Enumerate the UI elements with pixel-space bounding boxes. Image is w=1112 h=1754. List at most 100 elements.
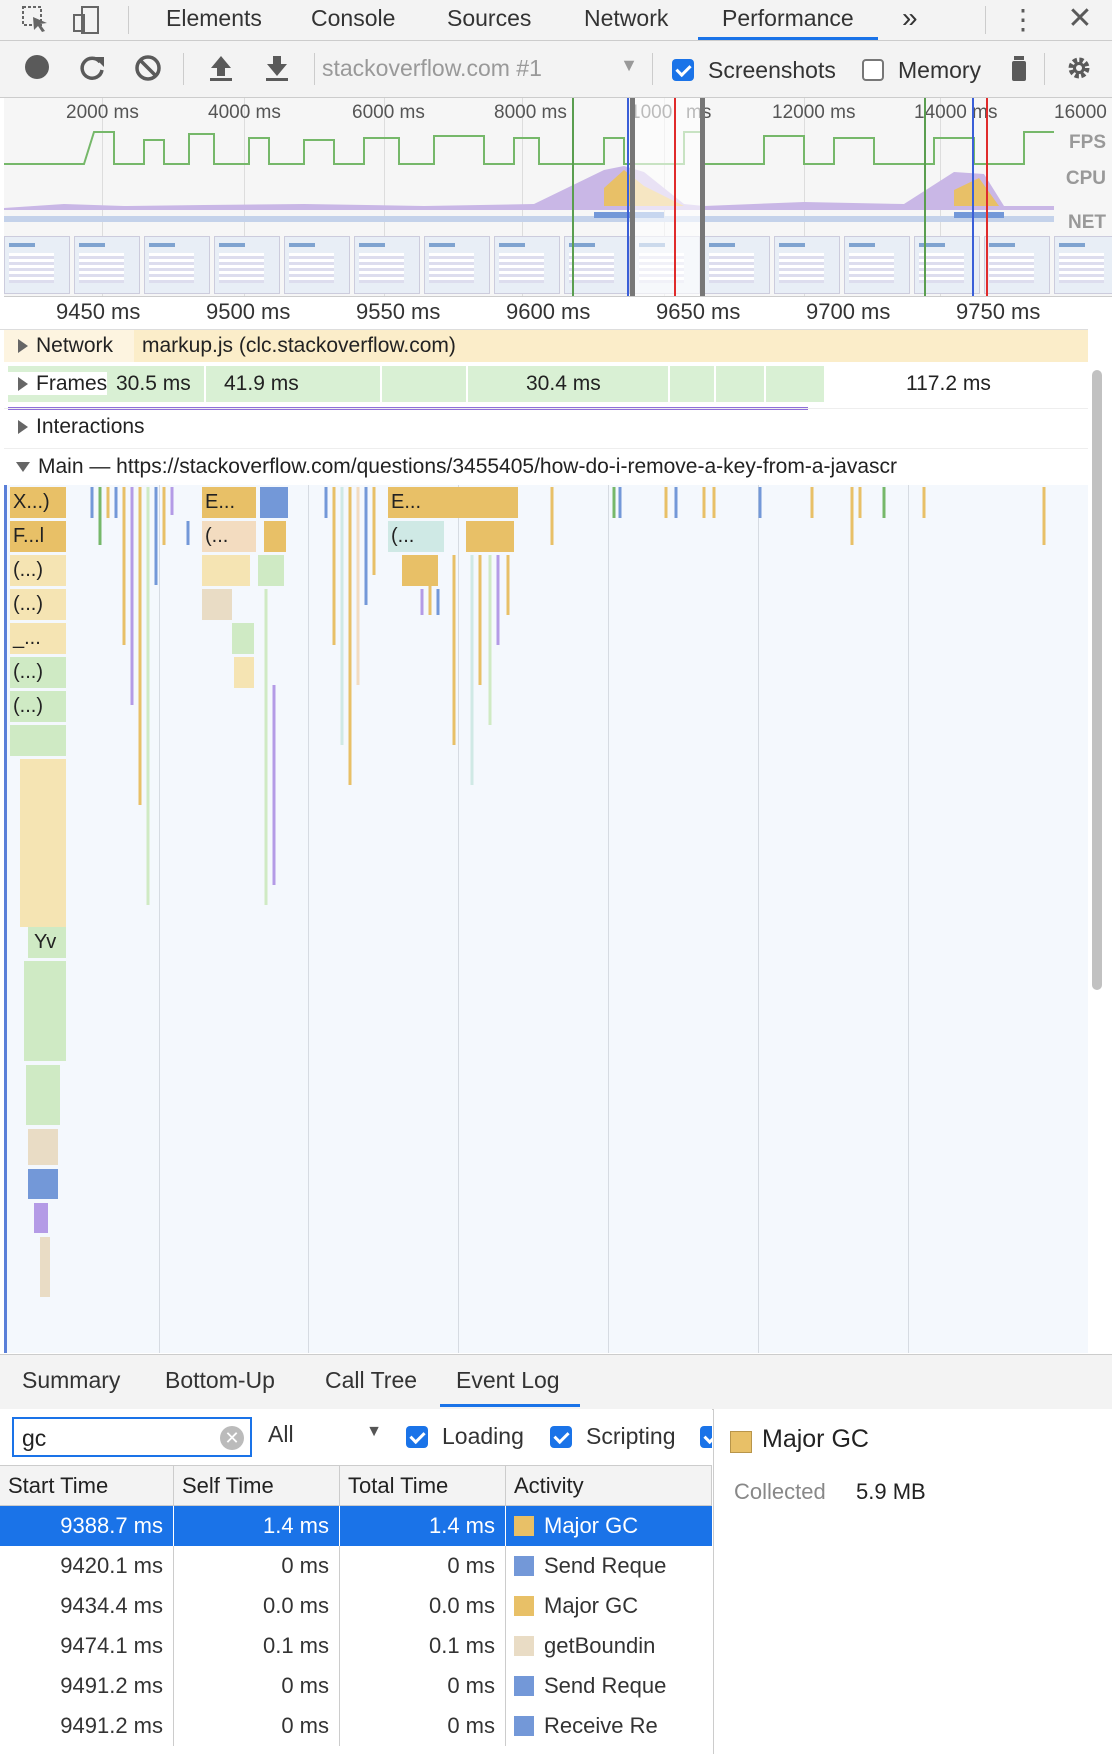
inspect-element-icon[interactable] [20, 5, 50, 35]
net-lane-label: NET [1068, 212, 1106, 233]
ruler-tick: 9500 ms [206, 299, 291, 324]
details-field-value: 5.9 MB [856, 1479, 926, 1504]
event-log-filter-bar: gc ✕ All ▼ Loading Scripting [0, 1409, 712, 1466]
filter-search-value: gc [22, 1425, 47, 1451]
column-header-start-time[interactable]: Start Time [0, 1466, 174, 1506]
timeline-overview[interactable]: 2000 ms 4000 ms 6000 ms 8000 ms 1000 ms … [4, 98, 1112, 297]
ruler-tick: 9550 ms [356, 299, 441, 324]
tab-bottom-up[interactable]: Bottom-Up [165, 1367, 275, 1394]
record-icon[interactable] [22, 54, 52, 84]
start-time-cell: 9388.7 ms [0, 1506, 174, 1546]
level-select[interactable]: All ▼ [268, 1421, 386, 1451]
main-track-header[interactable]: Main — https://stackoverflow.com/questio… [4, 448, 1088, 485]
table-row[interactable]: 9474.1 ms 0.1 ms 0.1 ms getBoundin [0, 1626, 712, 1666]
frames-track[interactable]: Frames 30.5 ms 41.9 ms 30.4 ms 117.2 ms [4, 364, 1088, 410]
filter-search-input[interactable]: gc ✕ [12, 1417, 252, 1457]
screenshots-checkbox[interactable] [672, 59, 694, 81]
main-flame-chart[interactable]: X...) F...l (...) (...) _... (...) (...)… [4, 485, 1088, 1353]
self-time-cell: 1.4 ms [174, 1506, 340, 1546]
details-category-swatch [730, 1431, 752, 1453]
tab-performance[interactable]: Performance [698, 0, 878, 40]
time-ruler: 9450 ms 9500 ms 9550 ms 9600 ms 9650 ms … [0, 297, 1088, 330]
frames-track-label: Frames [36, 372, 108, 395]
flame-scrollbar[interactable] [1090, 300, 1104, 1350]
activity-name: getBoundin [544, 1633, 656, 1658]
details-tabbar: Summary Bottom-Up Call Tree Event Log [0, 1354, 1112, 1410]
column-header-activity[interactable]: Activity [506, 1466, 712, 1506]
frame-time: 30.5 ms [116, 372, 191, 395]
more-tabs-button[interactable]: » [898, 0, 922, 40]
tab-event-log[interactable]: Event Log [440, 1367, 580, 1407]
activity-cell: Receive Re [506, 1706, 712, 1746]
table-row[interactable]: 9491.2 ms 0 ms 0 ms Receive Re [0, 1706, 712, 1746]
expand-arrow-icon[interactable] [18, 420, 28, 435]
event-details-pane: Major GC Collected 5.9 MB [713, 1409, 1112, 1754]
expand-arrow-icon[interactable] [18, 339, 28, 354]
rendering-checkbox[interactable] [700, 1426, 712, 1448]
network-track[interactable]: Network markup.js (clc.stackoverflow.com… [4, 330, 1088, 362]
network-track-label: Network [36, 334, 114, 357]
main-track-label: Main — https://stackoverflow.com/questio… [38, 455, 898, 478]
column-header-total-time[interactable]: Total Time [340, 1466, 506, 1506]
table-row[interactable]: 9434.4 ms 0.0 ms 0.0 ms Major GC [0, 1586, 712, 1626]
frame-divider [204, 366, 206, 402]
table-row[interactable]: 9491.2 ms 0 ms 0 ms Send Reque [0, 1666, 712, 1706]
total-time-cell: 0 ms [340, 1546, 506, 1586]
device-toolbar-icon[interactable] [72, 5, 102, 35]
scrollbar-thumb[interactable] [1092, 370, 1102, 990]
fps-lane-label: FPS [1069, 132, 1106, 153]
memory-checkbox[interactable] [862, 59, 884, 81]
self-time-cell: 0 ms [174, 1706, 340, 1746]
activity-name: Major GC [544, 1593, 639, 1618]
close-icon[interactable]: ✕ [1065, 4, 1095, 34]
overview-selection-window[interactable] [634, 98, 702, 296]
frame-time: 30.4 ms [526, 372, 601, 395]
marker-line [924, 98, 926, 296]
total-time-cell: 1.4 ms [340, 1506, 506, 1546]
activity-cell: Send Reque [506, 1546, 712, 1586]
chevron-down-icon: ▼ [620, 55, 638, 75]
selection-handle-left[interactable] [630, 98, 635, 296]
tab-elements[interactable]: Elements [162, 0, 266, 40]
category-swatch [514, 1516, 534, 1536]
category-swatch [514, 1556, 534, 1576]
event-log-table: Start Time Self Time Total Time Activity… [0, 1466, 712, 1754]
tab-network[interactable]: Network [580, 0, 672, 40]
marker-line [986, 98, 988, 296]
activity-name: Receive Re [544, 1713, 658, 1738]
chevron-down-icon: ▼ [366, 1423, 382, 1440]
category-swatch [514, 1716, 534, 1736]
performance-toolbar: stackoverflow.com #1 ▼ Screenshots Memor… [0, 41, 1112, 98]
reload-record-icon[interactable] [77, 54, 107, 84]
tab-summary[interactable]: Summary [22, 1367, 120, 1394]
frame-divider [380, 366, 382, 402]
column-header-self-time[interactable]: Self Time [174, 1466, 340, 1506]
interactions-track[interactable]: Interactions [4, 408, 1088, 445]
clear-icon[interactable] [133, 54, 163, 84]
table-row[interactable]: 9388.7 ms 1.4 ms 1.4 ms Major GC [0, 1506, 712, 1546]
profile-select[interactable]: stackoverflow.com #1 ▼ [322, 55, 640, 85]
activity-cell: Major GC [506, 1506, 712, 1546]
overview-tick: 16000 [1054, 102, 1107, 123]
cpu-lane-label: CPU [1065, 168, 1106, 189]
frame-divider [714, 366, 716, 402]
flame-slivers [90, 487, 1046, 905]
collapse-arrow-icon[interactable] [16, 462, 30, 473]
selection-handle-right[interactable] [700, 98, 705, 296]
details-title: Major GC [762, 1425, 869, 1453]
clear-search-icon[interactable]: ✕ [220, 1426, 244, 1450]
load-profile-icon[interactable] [206, 54, 236, 84]
expand-arrow-icon[interactable] [18, 377, 28, 392]
network-event-label: markup.js (clc.stackoverflow.com) [142, 334, 456, 357]
tab-call-tree[interactable]: Call Tree [325, 1367, 417, 1394]
settings-gear-icon[interactable] [1064, 54, 1094, 84]
save-profile-icon[interactable] [262, 54, 292, 84]
loading-checkbox[interactable] [406, 1426, 428, 1448]
garbage-collect-icon[interactable] [1004, 54, 1034, 84]
tab-console[interactable]: Console [307, 0, 399, 40]
tab-sources[interactable]: Sources [443, 0, 535, 40]
table-row[interactable]: 9420.1 ms 0 ms 0 ms Send Reque [0, 1546, 712, 1586]
marker-line [972, 98, 974, 296]
kebab-menu-icon[interactable]: ⋮ [1008, 5, 1038, 35]
scripting-checkbox[interactable] [550, 1426, 572, 1448]
